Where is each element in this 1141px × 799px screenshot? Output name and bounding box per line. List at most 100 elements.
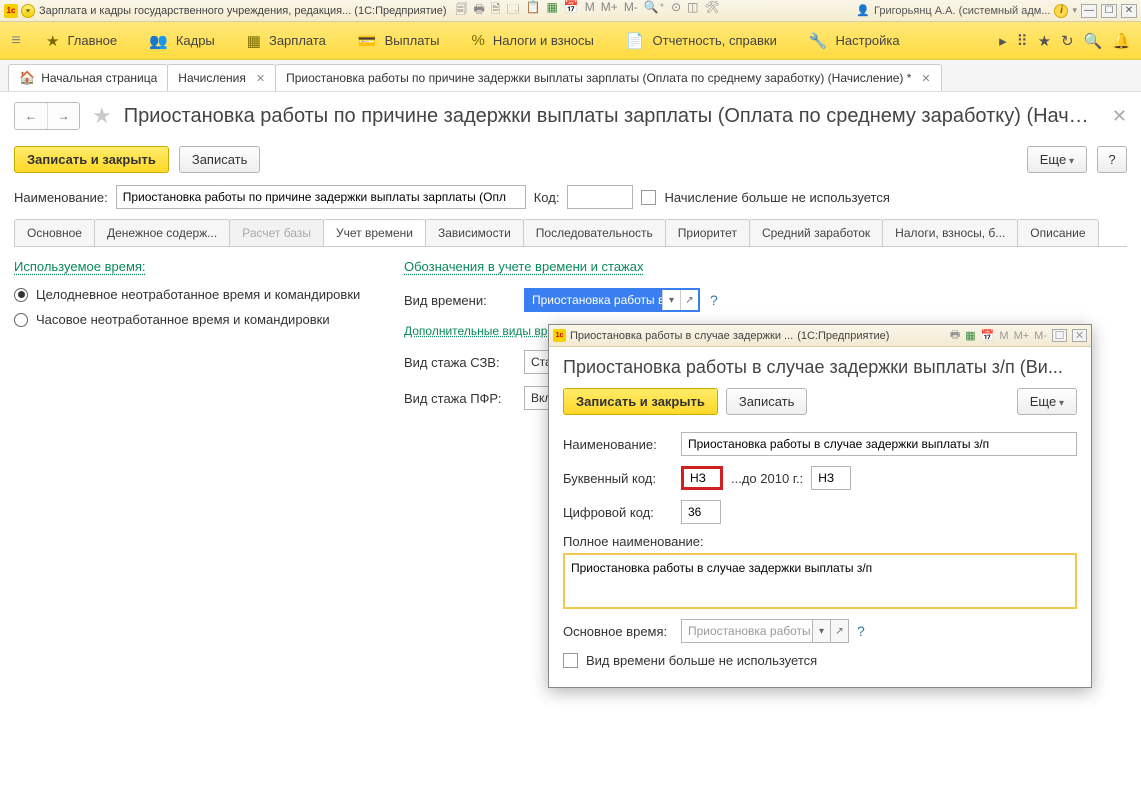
radio-wholeday[interactable]: Целодневное неотработанное время и коман… (14, 282, 384, 307)
write-button[interactable]: Записать (179, 146, 261, 173)
help-icon[interactable]: ? (710, 292, 718, 308)
section-main[interactable]: ★Главное (30, 22, 133, 59)
info-dropdown-icon[interactable]: ▾ (1072, 5, 1077, 16)
search-icon[interactable]: 🔍 (1084, 32, 1103, 50)
tab-home-label: Начальная страница (41, 71, 157, 85)
history-icon[interactable]: ↻ (1061, 32, 1074, 50)
tab-nachisleniya[interactable]: Начисления ✕ (167, 64, 276, 91)
itab-osnovnoe[interactable]: Основное (14, 219, 95, 246)
itab-uchet[interactable]: Учет времени (323, 219, 426, 246)
dialog-more-button[interactable]: Еще (1017, 388, 1077, 415)
minimize-button[interactable]: — (1081, 4, 1097, 18)
itab-denezhnoe[interactable]: Денежное содерж... (94, 219, 230, 246)
radio-icon[interactable] (14, 288, 28, 302)
more-button[interactable]: Еще (1027, 146, 1087, 173)
dialog-titlebar: 1c Приостановка работы в случае задержки… (549, 325, 1091, 347)
tab-priostanovka[interactable]: Приостановка работы по причине задержки … (275, 64, 942, 91)
compare-icon[interactable]: 🗔 (507, 0, 520, 21)
section-nastroika[interactable]: 🔧Настройка (793, 22, 916, 59)
tab-close-icon[interactable]: ✕ (256, 72, 265, 85)
dialog-write-close-button[interactable]: Записать и закрыть (563, 388, 718, 415)
tab-nachisleniya-label: Начисления (178, 71, 246, 85)
dialog-num-input[interactable] (681, 500, 721, 524)
write-and-close-button[interactable]: Записать и закрыть (14, 146, 169, 173)
info-icon[interactable]: i (1054, 4, 1068, 18)
itab-zavisimosti[interactable]: Зависимости (425, 219, 524, 246)
tab-close-icon[interactable]: ✕ (921, 72, 930, 85)
combo-open-icon[interactable]: ↗ (830, 620, 848, 642)
dialog-base-label: Основное время: (563, 624, 673, 639)
apps-icon[interactable]: ⠿ (1017, 32, 1028, 50)
m-icon[interactable]: M (585, 0, 595, 21)
clipboard-icon[interactable]: 📋 (526, 0, 541, 21)
doc-icon[interactable]: 🗎 (491, 0, 501, 21)
user-label[interactable]: Григорьянц А.А. (системный адм... (874, 5, 1050, 17)
tab-home[interactable]: 🏠Начальная страница (8, 64, 168, 91)
combo-dropdown-icon[interactable]: ▾ (812, 620, 830, 642)
section-vyplaty[interactable]: 💳Выплаты (342, 22, 456, 59)
section-nalogi[interactable]: %Налоги и взносы (455, 22, 609, 59)
combo-open-icon[interactable]: ↗ (680, 290, 698, 310)
section-zarplata[interactable]: ▦Зарплата (231, 22, 342, 59)
dialog-base-combo[interactable]: Приостановка работы в сл ▾ ↗ (681, 619, 849, 643)
page-close-icon[interactable]: ✕ (1112, 106, 1127, 127)
dropdown-icon[interactable] (21, 4, 35, 18)
dialog-name-input[interactable] (681, 432, 1077, 456)
section-kadry[interactable]: 👥 Кадры (133, 22, 231, 59)
itab-posledovatelnost[interactable]: Последовательность (523, 219, 666, 246)
section-kadry-label: Кадры (176, 33, 215, 48)
zoom-in-icon[interactable]: 🔍⁺ (644, 0, 665, 21)
nav-forward-button[interactable]: → (47, 103, 79, 129)
calc-icon[interactable]: ▦ (965, 329, 975, 342)
help-icon[interactable]: ? (857, 623, 865, 639)
combo-dropdown-icon[interactable]: ▾ (662, 290, 680, 310)
radio-hourly[interactable]: Часовое неотработанное время и командиро… (14, 307, 384, 332)
favorite-icon[interactable]: ★ (1038, 32, 1051, 50)
dialog-unused-checkbox[interactable] (563, 653, 578, 668)
new-window-icon[interactable]: ◫ (687, 0, 698, 21)
maximize-button[interactable]: ☐ (1101, 4, 1117, 18)
tools-icon[interactable]: 🛠 (705, 0, 720, 21)
print-icon[interactable]: 🖶 (474, 0, 485, 21)
calendar-icon[interactable]: 📅 (981, 329, 995, 342)
itab-opisanie[interactable]: Описание (1017, 219, 1098, 246)
itab-sredniy[interactable]: Средний заработок (749, 219, 883, 246)
section-bar: ≡ ★Главное 👥 Кадры ▦Зарплата 💳Выплаты %На… (0, 22, 1141, 60)
m-plus-icon[interactable]: M+ (1014, 330, 1030, 342)
print-icon[interactable]: 🖶 (950, 326, 960, 345)
dialog-close-button[interactable]: ✕ (1072, 329, 1087, 342)
m-minus-icon[interactable]: M- (1034, 330, 1047, 342)
dialog-code-input[interactable] (681, 466, 723, 490)
section-otchet[interactable]: 📄Отчетность, справки (610, 22, 793, 59)
zoom-reset-icon[interactable]: ⊙ (671, 0, 681, 21)
help-button[interactable]: ? (1097, 146, 1127, 173)
dialog-full-textarea[interactable] (563, 553, 1077, 609)
calendar-icon[interactable]: 📅 (564, 0, 579, 21)
dialog-code-label: Буквенный код: (563, 471, 673, 486)
radio-icon[interactable] (14, 313, 28, 327)
unused-checkbox[interactable] (641, 190, 656, 205)
people-icon: 👥 (149, 32, 168, 50)
menu-icon[interactable]: ≡ (2, 32, 30, 50)
name-input[interactable] (116, 185, 526, 209)
app-title: Зарплата и кадры государственного учрежд… (39, 5, 351, 17)
close-button[interactable]: ✕ (1121, 4, 1137, 18)
vid-vremeni-combo[interactable]: Приостановка работы в сл ▾ ↗ (524, 288, 700, 312)
m-icon[interactable]: M (999, 330, 1008, 342)
dialog-until-input[interactable] (811, 466, 851, 490)
right-heading: Обозначения в учете времени и стажах (404, 259, 1127, 274)
wrench-icon: 🔧 (809, 32, 828, 50)
print-preview-icon[interactable]: 🗐 (456, 0, 468, 21)
dialog-write-button[interactable]: Записать (726, 388, 808, 415)
m-minus-icon[interactable]: M- (624, 0, 638, 21)
caret-right-icon[interactable]: ▸ (999, 32, 1007, 50)
dialog-maximize-button[interactable]: ☐ (1052, 329, 1067, 342)
itab-prioritet[interactable]: Приоритет (665, 219, 750, 246)
nav-back-button[interactable]: ← (15, 103, 47, 129)
bell-icon[interactable]: 🔔 (1112, 32, 1131, 50)
favorite-page-icon[interactable]: ★ (92, 103, 112, 129)
code-input[interactable] (567, 185, 633, 209)
itab-nalogi[interactable]: Налоги, взносы, б... (882, 219, 1018, 246)
m-plus-icon[interactable]: M+ (601, 0, 618, 21)
calc-icon[interactable]: ▦ (547, 0, 558, 21)
